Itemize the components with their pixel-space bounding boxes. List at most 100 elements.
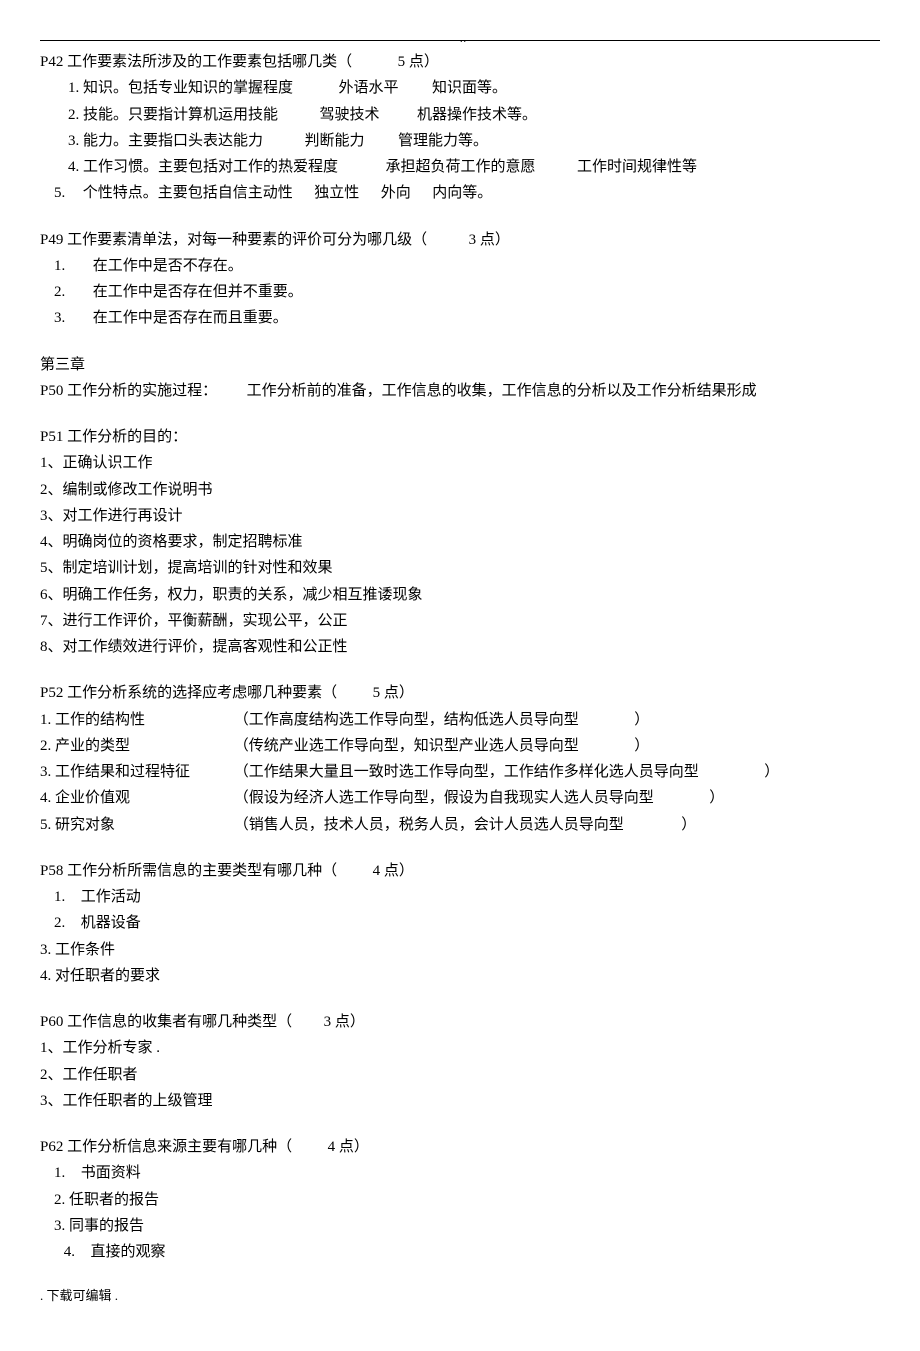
num: 5. (54, 185, 65, 201)
p58-item-2: 2. 机器设备 (40, 910, 880, 936)
p62-item-3: 3. 同事的报告 (40, 1213, 880, 1239)
p52-title-pts: 5 点） (373, 685, 414, 701)
p51-item: 7、进行工作评价，平衡薪酬，实现公平，公正 (40, 608, 880, 634)
p42-item-5: 5. 个性特点。主要包括自信主动性 独立性 外向 内向等。 (40, 180, 880, 206)
p58-item-3: 3. 工作条件 (40, 937, 880, 963)
text: 知识面等。 (432, 80, 507, 96)
expl: （工作高度结构选工作导向型，结构低选人员导向型 (234, 707, 579, 733)
p62-title: P62 工作分析信息来源主要有哪几种（ 4 点） (40, 1134, 880, 1160)
p42-title-pre: P42 工作要素法所涉及的工作要素包括哪几类（ (40, 54, 352, 70)
p58-item-4: 4. 对任职者的要求 (40, 963, 880, 989)
text: 管理能力等。 (398, 133, 488, 149)
p51-item: 2、编制或修改工作说明书 (40, 477, 880, 503)
text: 同事的报告 (69, 1218, 144, 1234)
label: 1. 工作的结构性 (40, 707, 230, 733)
paren: ） (709, 790, 724, 806)
p51-item: 1、正确认识工作 (40, 450, 880, 476)
p42-item-2: 2. 技能。只要指计算机运用技能 驾驶技术 机器操作技术等。 (40, 102, 880, 128)
p62-item-2: 2. 任职者的报告 (40, 1187, 880, 1213)
p62-item-4: 4. 直接的观察 (40, 1239, 880, 1265)
p52-row-4: 4. 企业价值观 （假设为经济人选工作导向型，假设为自我现实人选人员导向型 ） (40, 785, 880, 811)
text: 外向 (381, 185, 411, 201)
p49-title-pts: 3 点） (469, 232, 510, 248)
expl: （传统产业选工作导向型，知识型产业选人员导向型 (234, 733, 579, 759)
text: 驾驶技术 (320, 107, 380, 123)
paren: ） (681, 817, 696, 833)
label: 4. 企业价值观 (40, 785, 230, 811)
p50-line: P50 工作分析的实施过程： 工作分析前的准备，工作信息的收集，工作信息的分析以… (40, 378, 880, 404)
text: 工作时间规律性等 (577, 159, 697, 175)
p49-title: P49 工作要素清单法，对每一种要素的评价可分为哪几级（ 3 点） (40, 227, 880, 253)
header-rule: .. (40, 40, 880, 41)
section-p58: P58 工作分析所需信息的主要类型有哪几种（ 4 点） 1. 工作活动 2. 机… (40, 858, 880, 989)
text: 外语水平 (339, 80, 399, 96)
p51-item: 4、明确岗位的资格要求，制定招聘标准 (40, 529, 880, 555)
p42-item-1: 1. 知识。包括专业知识的掌握程度 外语水平 知识面等。 (40, 75, 880, 101)
num: 2. (54, 915, 65, 931)
label: 2. 产业的类型 (40, 733, 230, 759)
paren: ） (634, 712, 649, 728)
p52-row-2: 2. 产业的类型 （传统产业选工作导向型，知识型产业选人员导向型 ） (40, 733, 880, 759)
num: 3. (54, 1218, 65, 1234)
expl: （销售人员，技术人员，税务人员，会计人员选人员导向型 (234, 812, 624, 838)
section-p52: P52 工作分析系统的选择应考虑哪几种要素（ 5 点） 1. 工作的结构性 （工… (40, 680, 880, 838)
section-p42: P42 工作要素法所涉及的工作要素包括哪几类（ 5 点） 1. 知识。包括专业知… (40, 49, 880, 207)
text: 判断能力 (305, 133, 365, 149)
p58-title: P58 工作分析所需信息的主要类型有哪几种（ 4 点） (40, 858, 880, 884)
page-footer: . 下载可编辑 . (40, 1285, 880, 1308)
p62-item-1: 1. 书面资料 (40, 1160, 880, 1186)
num: 4. (40, 968, 51, 984)
p52-title: P52 工作分析系统的选择应考虑哪几种要素（ 5 点） (40, 680, 880, 706)
chapter-3-heading: 第三章 (40, 352, 880, 378)
text: 工作条件 (55, 942, 115, 958)
text: 工作活动 (81, 889, 141, 905)
section-p62: P62 工作分析信息来源主要有哪几种（ 4 点） 1. 书面资料 2. 任职者的… (40, 1134, 880, 1265)
num: 2. (54, 1192, 65, 1208)
num: 3. (54, 310, 65, 326)
num: 1. (68, 80, 79, 96)
paren: ） (764, 764, 779, 780)
p62-title-pre: P62 工作分析信息来源主要有哪几种（ (40, 1139, 292, 1155)
section-ch3: 第三章 P50 工作分析的实施过程： 工作分析前的准备，工作信息的收集，工作信息… (40, 352, 880, 405)
p51-item: 8、对工作绩效进行评价，提高客观性和公正性 (40, 634, 880, 660)
p52-row-5: 5. 研究对象 （销售人员，技术人员，税务人员，会计人员选人员导向型 ） (40, 812, 880, 838)
p58-title-pts: 4 点） (373, 863, 414, 879)
p62-title-pts: 4 点） (328, 1139, 369, 1155)
text: 机器操作技术等。 (417, 107, 537, 123)
num: 2. (54, 284, 65, 300)
p49-item-3: 3. 在工作中是否存在而且重要。 (40, 305, 880, 331)
paren: ） (634, 738, 649, 754)
p58-item-1: 1. 工作活动 (40, 884, 880, 910)
p60-item: 1、工作分析专家 . (40, 1035, 880, 1061)
num: 4. (64, 1244, 75, 1260)
section-p60: P60 工作信息的收集者有哪几种类型（ 3 点） 1、工作分析专家 . 2、工作… (40, 1009, 880, 1114)
text: 直接的观察 (91, 1244, 166, 1260)
text: 书面资料 (81, 1165, 141, 1181)
num: 3. (68, 133, 79, 149)
p49-item-2: 2. 在工作中是否存在但并不重要。 (40, 279, 880, 305)
p42-title-pts: 5 点） (398, 54, 439, 70)
text: 工作习惯。主要包括对工作的热爱程度 (83, 159, 338, 175)
p58-title-pre: P58 工作分析所需信息的主要类型有哪几种（ (40, 863, 337, 879)
num: 1. (54, 889, 65, 905)
p51-item: 3、对工作进行再设计 (40, 503, 880, 529)
p51-item: 6、明确工作任务，权力，职责的关系，减少相互推诿现象 (40, 582, 880, 608)
expl: （假设为经济人选工作导向型，假设为自我现实人选人员导向型 (234, 785, 654, 811)
p60-title-pre: P60 工作信息的收集者有哪几种类型（ (40, 1014, 292, 1030)
num: 1. (54, 1165, 65, 1181)
text: 独立性 (314, 185, 359, 201)
section-p51: P51 工作分析的目的： 1、正确认识工作 2、编制或修改工作说明书 3、对工作… (40, 424, 880, 660)
p50-a: P50 工作分析的实施过程： (40, 383, 217, 399)
text: 机器设备 (81, 915, 141, 931)
p50-b: 工作分析前的准备，工作信息的收集，工作信息的分析以及工作分析结果形成 (247, 383, 757, 399)
num: 4. (68, 159, 79, 175)
p49-item-1: 1. 在工作中是否不存在。 (40, 253, 880, 279)
p51-title: P51 工作分析的目的： (40, 424, 880, 450)
p52-row-3: 3. 工作结果和过程特征 （工作结果大量且一致时选工作导向型，工作结作多样化选人… (40, 759, 880, 785)
p60-item: 3、工作任职者的上级管理 (40, 1088, 880, 1114)
text: 对任职者的要求 (55, 968, 160, 984)
num: 3. (40, 942, 51, 958)
text: 任职者的报告 (69, 1192, 159, 1208)
num: 1. (54, 258, 65, 274)
p60-title: P60 工作信息的收集者有哪几种类型（ 3 点） (40, 1009, 880, 1035)
